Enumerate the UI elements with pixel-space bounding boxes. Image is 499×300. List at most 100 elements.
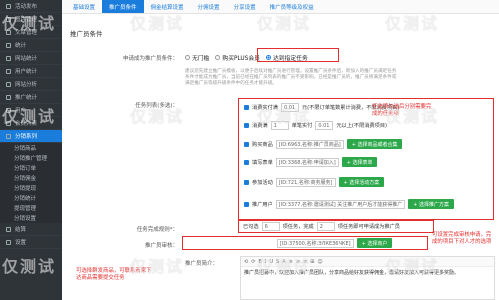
tab[interactable]: 推广员条件	[102, 0, 144, 13]
editor-tool-icon[interactable]: ≡	[303, 259, 307, 265]
checkbox[interactable]	[244, 201, 249, 207]
intro-label: 推广员简介：	[184, 261, 218, 267]
sidebar-item[interactable]: 活动发布	[0, 0, 62, 13]
annotation-right-top: 任选项勾选后分别需要完成的任务项	[372, 104, 432, 117]
sidebar-item-label: 分销订单	[14, 166, 37, 172]
sidebar-item-label: 分销商品	[14, 146, 37, 152]
menu-icon	[6, 107, 11, 113]
menu-icon	[6, 42, 11, 48]
tab[interactable]: 推广员等级及权益	[263, 0, 321, 13]
editor-tool-icon[interactable]: S	[276, 259, 279, 265]
task-row: 消费满 1 单笔实付 0.01 元以上(不限消费项目)	[244, 121, 387, 130]
sidebar-item[interactable]: 结算	[0, 223, 62, 236]
task-label: 消费满	[252, 123, 268, 129]
select-goods-button[interactable]: + 选择商品或者合集	[346, 139, 403, 149]
task-input[interactable]: [ID:3368,名称:申请加入]	[275, 157, 339, 167]
menu-icon	[6, 94, 11, 100]
tab[interactable]: 分佣设置	[191, 0, 227, 13]
sidebar-item[interactable]: 推广统计	[0, 91, 62, 104]
sidebar-item-label: 设置	[15, 240, 27, 246]
sidebar-item[interactable]: 分销商品	[0, 143, 62, 153]
task-list-box: 消费实付满 0.01 元(不限订单笔数累计消费，不限消费项目) 消费满 1 单笔…	[238, 98, 494, 220]
editor-tool-icon[interactable]: ⟲	[244, 259, 248, 265]
menu-icon	[6, 120, 11, 126]
task-input[interactable]: [ID:3377,名称:邀请测试] 关注推广用户后才能获得推广	[275, 199, 406, 209]
required-count-input[interactable]: 2	[316, 222, 335, 231]
editor-tool-icon[interactable]: I	[265, 259, 266, 265]
editor-body[interactable]: 推广员招募中，欢迎加入推广员团队，分享商品给好友获得佣金，邀请好友加入可获得更多…	[241, 267, 494, 280]
select-activity-button[interactable]: + 选择活动方案	[338, 177, 385, 187]
radio-dot[interactable]	[185, 55, 190, 60]
menu-icon	[6, 3, 11, 9]
checkbox[interactable]	[244, 159, 249, 165]
sidebar-item[interactable]: 提现管理	[0, 203, 62, 213]
task-label: 填写表单	[252, 159, 273, 166]
radio-dot[interactable]	[215, 55, 221, 60]
checkbox[interactable]	[244, 179, 249, 185]
sidebar-item[interactable]: 统计	[0, 39, 62, 52]
select-merchant-button[interactable]: + 选择商户	[356, 238, 393, 248]
task-input[interactable]: 0.01	[315, 121, 334, 130]
editor-tool-icon[interactable]: ☺	[317, 259, 322, 265]
sidebar-item[interactable]: 用户	[0, 104, 62, 117]
sidebar-item[interactable]: 会员列表	[0, 117, 62, 130]
task-input[interactable]: 1	[270, 121, 289, 130]
editor-tool-icon[interactable]: ≡	[296, 259, 300, 265]
editor-tool-icon[interactable]: B	[258, 259, 261, 265]
task-label: 参加活动	[252, 179, 273, 186]
sidebar-item-label: 提现管理	[14, 206, 37, 212]
editor-tool-icon[interactable]: A	[282, 259, 285, 265]
radio-label: 购买PLUS会员	[222, 56, 260, 62]
checkbox[interactable]	[244, 123, 249, 128]
sidebar-item-label: 图片管理	[15, 17, 38, 23]
editor-tool-icon[interactable]: ⟳	[251, 259, 255, 265]
sidebar-item[interactable]: 分销推广管理	[0, 153, 62, 163]
sidebar-item[interactable]: 分销设置	[0, 213, 62, 223]
sidebar-item[interactable]: 分销系列	[0, 130, 62, 143]
menu-icon	[6, 16, 11, 22]
task-label: 消费实付满	[252, 105, 278, 111]
sidebar-item-label: 分销提现	[14, 186, 37, 192]
task-row: 参加活动 [ID:721,名称:商务服务] + 选择活动方案	[244, 177, 385, 187]
condition-radio[interactable]: 无门槛	[185, 53, 209, 62]
tab[interactable]: 分享设置	[227, 0, 263, 13]
sidebar-item[interactable]: 分销佣金	[0, 173, 62, 183]
select-form-button[interactable]: + 选择表单	[341, 157, 378, 167]
condition-label: 申请成为推广员条件：	[122, 56, 178, 62]
tab[interactable]: 佣金结算设置	[144, 0, 191, 13]
sidebar-item[interactable]: 网站统计	[0, 52, 62, 65]
sidebar-item[interactable]: 图片管理	[0, 13, 62, 26]
tab[interactable]: 基础设置	[66, 0, 102, 13]
select-promotion-button[interactable]: + 选择推广方案	[408, 199, 455, 209]
condition-radio[interactable]: 购买PLUS会员	[215, 53, 260, 62]
sidebar-item-label: 网站分析	[15, 82, 38, 88]
sidebar-item-label: 分销推广管理	[14, 156, 48, 162]
sidebar-item[interactable]: 分销提现	[0, 183, 62, 193]
sidebar-item[interactable]: 分销订单	[0, 163, 62, 173]
sidebar-item[interactable]: 用户统计	[0, 65, 62, 78]
task-list-label: 任务列表(多选)：	[135, 103, 178, 109]
editor-tool-icon[interactable]: ≡	[289, 259, 293, 265]
task-input[interactable]: [ID:6963,名称:推广员商品]	[275, 139, 344, 149]
task-row: 推广用户 [ID:3377,名称:邀请测试] 关注推广用户后才能获得推广 + 选…	[244, 199, 455, 209]
sidebar-item[interactable]: 文章管理	[0, 26, 62, 39]
editor-tool-icon[interactable]: U	[269, 259, 273, 265]
approve-input[interactable]: [ID:37500,名称:ЭЛКЕЗ6ЧКЕ]	[277, 238, 354, 248]
menu-icon	[6, 81, 11, 87]
menu-icon	[6, 133, 11, 139]
complete-rule-label: 任务完成规则*：	[136, 227, 178, 233]
sidebar-item[interactable]: 网站分析	[0, 78, 62, 91]
sidebar-item[interactable]: 设置	[0, 236, 62, 249]
editor-tool-icon[interactable]: ⊞	[310, 259, 314, 265]
menu-icon	[6, 226, 11, 232]
complete-text: 已勾选	[243, 224, 259, 230]
sidebar-item[interactable]: 分销统计	[0, 193, 62, 203]
rich-text-editor[interactable]: ⟲ ⟳ B I U S A ≡ ≡ ≡ ⊞ ☺ 推广员招募中，欢迎加入推广员团队，分享商品给好友获得佣…	[240, 256, 495, 300]
annotation-right-mid: 可设置完成审核申请，完成的项目下对人才的选项	[432, 232, 492, 245]
task-input[interactable]: 0.01	[280, 103, 299, 112]
sidebar-item-label: 结算	[15, 227, 27, 233]
task-input[interactable]: [ID:721,名称:商务服务]	[275, 177, 336, 187]
editor-toolbar: ⟲ ⟳ B I U S A ≡ ≡ ≡ ⊞ ☺	[241, 257, 494, 267]
checkbox[interactable]	[244, 141, 249, 147]
checkbox[interactable]	[244, 105, 249, 110]
